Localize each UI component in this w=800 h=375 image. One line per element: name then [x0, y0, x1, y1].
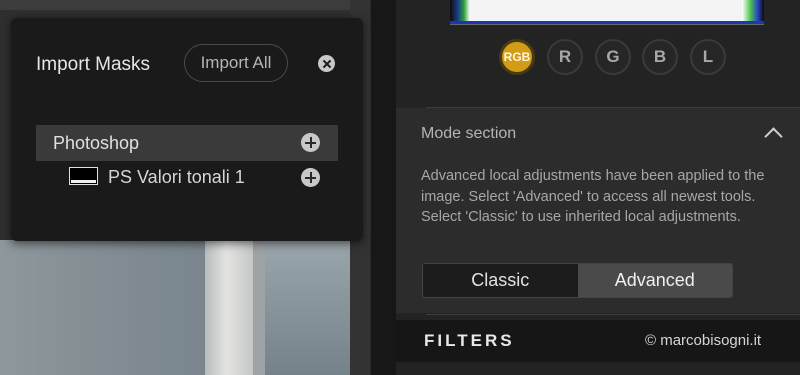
photo-pillar: [205, 240, 253, 375]
advanced-button[interactable]: Advanced: [577, 264, 732, 297]
popup-title: Import Masks: [36, 54, 151, 75]
histogram: [450, 0, 764, 25]
channel-l-button[interactable]: L: [690, 39, 726, 75]
panel-divider: [370, 0, 396, 375]
classic-button[interactable]: Classic: [423, 264, 578, 297]
channel-rgb-button[interactable]: RGB: [499, 39, 535, 75]
photo-preview: [0, 240, 370, 375]
right-panel: RGB R G B L Mode section Advanced local …: [396, 0, 800, 375]
section-divider: [426, 314, 800, 315]
photo-pillar-shadow: [253, 240, 265, 375]
mask-group-label: Photoshop: [53, 133, 140, 153]
mask-group-photoshop[interactable]: Photoshop: [36, 125, 338, 161]
chevron-up-icon[interactable]: [764, 127, 783, 146]
photo-window: [265, 240, 350, 375]
filters-header[interactable]: FILTERS © marcobisogni.it: [396, 320, 800, 362]
mask-item[interactable]: PS Valori tonali 1: [36, 161, 338, 195]
image-canvas[interactable]: Import Masks Import All Photoshop PS Val…: [0, 0, 370, 375]
canvas-top-strip: [0, 0, 370, 10]
close-icon[interactable]: [318, 55, 335, 72]
channel-g-button[interactable]: G: [595, 39, 631, 75]
mode-section-title: Mode section: [421, 125, 517, 142]
plus-circle-icon[interactable]: [301, 168, 320, 187]
import-all-button[interactable]: Import All: [184, 44, 288, 82]
channel-b-button[interactable]: B: [642, 39, 678, 75]
channel-r-button[interactable]: R: [547, 39, 583, 75]
mode-section: Mode section Advanced local adjustments …: [396, 108, 800, 313]
mode-description: Advanced local adjustments have been app…: [421, 168, 765, 225]
histogram-baseline: [450, 21, 764, 24]
mask-item-label: PS Valori tonali 1: [108, 167, 245, 187]
mask-thumbnail: [69, 167, 98, 185]
filters-title: FILTERS: [424, 331, 515, 350]
panel-bottom-strip: [396, 362, 800, 375]
watermark: © marcobisogni.it: [645, 332, 762, 349]
mode-toggle: Classic Advanced: [422, 263, 733, 298]
import-masks-popup: Import Masks Import All Photoshop PS Val…: [11, 18, 363, 241]
channel-selector: RGB R G B L: [499, 39, 739, 77]
plus-circle-icon[interactable]: [301, 133, 320, 152]
